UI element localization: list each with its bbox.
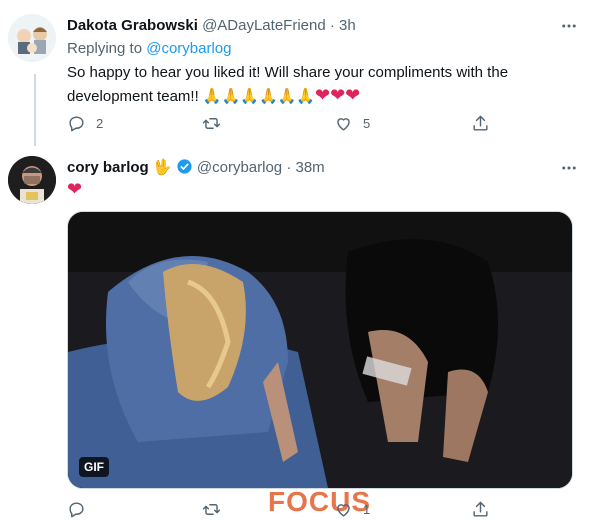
tweet1-reply-button[interactable]: 2: [67, 114, 103, 133]
tweet1-reply-count: 2: [96, 116, 104, 131]
verified-badge-icon: [176, 158, 193, 179]
tweet1-header: Dakota Grabowski @ADayLateFriend · 3h: [67, 17, 356, 34]
tweet1-author-handle[interactable]: @ADayLateFriend: [202, 17, 326, 34]
tweet1-like-button[interactable]: 5: [334, 114, 370, 133]
tweet1-separator: ·: [329, 17, 335, 34]
tweet2-more-icon[interactable]: [557, 156, 581, 180]
heart-outline-icon: [337, 118, 350, 131]
retweet-icon: [202, 504, 221, 515]
tweet2-author-name[interactable]: cory barlog: [67, 159, 149, 176]
gif-badge: GIF: [79, 457, 109, 477]
tweet1-text-line2-wrap: development team!! 🙏🙏🙏🙏🙏🙏❤❤❤: [67, 84, 587, 108]
tweet2-header: cory barlog 🖖 @corybarlog · 38m: [67, 158, 325, 179]
replying-prefix: Replying to: [67, 40, 143, 57]
avatar-cory[interactable]: [8, 156, 56, 204]
tweet2-reply-button[interactable]: [67, 500, 96, 519]
share-icon: [473, 501, 488, 517]
tweet1-replying-to: Replying to @corybarlog: [67, 40, 231, 57]
tweet1-share-button[interactable]: [471, 114, 490, 133]
tweet2-share-button[interactable]: [471, 500, 490, 519]
tweet2-name-emoji: 🖖: [152, 159, 172, 176]
tweet1-like-count: 5: [363, 116, 371, 131]
gif-frame-image: [68, 212, 572, 488]
tweet1-text-line1: So happy to hear you liked it! Will shar…: [67, 64, 509, 81]
tweet1-text: So happy to hear you liked it! Will shar…: [67, 62, 587, 108]
tweet1-actions: 2 5: [67, 114, 490, 138]
tweet1-retweet-button[interactable]: [202, 114, 231, 133]
tweet1-text-line2: development team!!: [67, 88, 199, 105]
avatar-dakota-image: [8, 14, 56, 62]
avatar-dakota[interactable]: [8, 14, 56, 62]
thread-connector-line: [34, 74, 36, 146]
tweet1-timestamp[interactable]: 3h: [339, 17, 356, 34]
tweet-dakota: Dakota Grabowski @ADayLateFriend · 3h Re…: [0, 0, 601, 150]
replying-to-link[interactable]: @corybarlog: [146, 40, 231, 57]
tweet1-author-name[interactable]: Dakota Grabowski: [67, 17, 198, 34]
tweet2-like-count: 1: [363, 502, 371, 517]
tweet1-more-icon[interactable]: [557, 14, 581, 38]
reply-icon: [69, 116, 84, 132]
tweet1-hearts: ❤❤❤: [314, 85, 361, 105]
share-icon: [473, 115, 488, 131]
tweet2-actions: 1: [67, 500, 490, 524]
tweet2-separator: ·: [286, 159, 292, 176]
avatar-cory-image: [8, 156, 56, 204]
tweet2-gif-media[interactable]: GIF: [67, 211, 573, 489]
retweet-icon: [202, 118, 221, 129]
heart-outline-icon: [337, 504, 350, 517]
tweet2-author-handle[interactable]: @corybarlog: [197, 159, 282, 176]
reply-icon: [69, 502, 84, 518]
tweet1-pray-emojis: 🙏🙏🙏🙏🙏🙏: [202, 88, 315, 105]
tweet2-like-button[interactable]: 1: [334, 500, 370, 519]
tweet2-retweet-button[interactable]: [202, 500, 231, 519]
tweet2-text: ❤: [67, 179, 83, 199]
tweet2-timestamp[interactable]: 38m: [296, 159, 325, 176]
